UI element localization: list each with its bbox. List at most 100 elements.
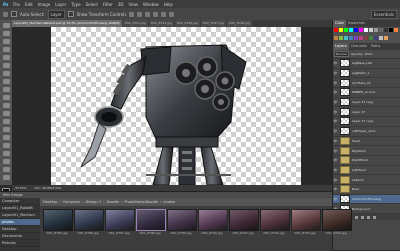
color-swatch[interactable]	[379, 28, 383, 32]
color-swatch[interactable]	[334, 28, 338, 32]
color-swatch[interactable]	[369, 35, 373, 40]
eye-icon[interactable]: 👁	[333, 100, 338, 104]
healing-brush-tool-icon[interactable]	[2, 71, 10, 76]
layer-row[interactable]: 👁 Layer 17 copy	[333, 117, 400, 127]
menu-filter[interactable]: Filter	[103, 2, 113, 7]
tab-color[interactable]: Color	[333, 20, 347, 27]
eye-icon[interactable]: 👁	[333, 197, 338, 201]
eye-icon[interactable]: 👁	[333, 187, 338, 191]
path-select-tool-icon[interactable]	[2, 151, 10, 156]
breadcrumb-item[interactable]: Doodle	[107, 200, 119, 204]
workspace-switcher[interactable]: Essentials	[370, 9, 397, 19]
menu-layer[interactable]: Layer	[55, 2, 66, 7]
delete-layer-icon[interactable]	[373, 215, 376, 219]
menu-image[interactable]: Image	[38, 2, 51, 7]
menu-file[interactable]: File	[13, 2, 20, 7]
layer-row[interactable]: 👁 ArmTube_03	[333, 78, 400, 89]
type-tool-icon[interactable]	[2, 143, 10, 148]
crop-tool-icon[interactable]	[2, 55, 10, 60]
auto-select-dropdown[interactable]: Layer	[47, 9, 65, 19]
tab-channels[interactable]: Channels	[349, 43, 369, 50]
layer-row[interactable]: 👁 Layer 47 copy	[333, 98, 400, 108]
lasso-tool-icon[interactable]	[2, 39, 10, 44]
align-left-icon[interactable]	[153, 11, 159, 17]
thumbnail-item[interactable]: DSC_8793.jpg	[291, 209, 321, 251]
color-swatch[interactable]	[394, 28, 398, 32]
color-swatch[interactable]	[334, 35, 338, 40]
eye-icon[interactable]: 👁	[333, 61, 338, 65]
thumbnail-item[interactable]: DSC_8792.jpg	[260, 209, 290, 251]
eye-icon[interactable]: 👁	[333, 129, 338, 133]
document-tab[interactable]: Layout01_MechanicalRobot.psd @ 33.3% (Ar…	[12, 20, 122, 27]
layer-row[interactable]: 👁 LeftHand	[333, 165, 400, 176]
eye-icon[interactable]: 👁	[333, 71, 338, 75]
thumbnail-item[interactable]: DSC_8785.jpg	[43, 209, 73, 251]
color-swatch[interactable]	[384, 28, 388, 32]
thumbnail-item[interactable]: DSC_8786.jpg	[74, 209, 104, 251]
color-swatch[interactable]	[354, 35, 358, 40]
document-tab[interactable]: DSC_8797.jpg	[200, 20, 226, 27]
color-swatch[interactable]	[369, 28, 373, 32]
layer-row[interactable]: 👁 RIBBED_Accent	[333, 88, 400, 98]
eye-icon[interactable]: 👁	[333, 178, 338, 182]
color-swatch[interactable]	[349, 28, 353, 32]
brush-tool-icon[interactable]	[2, 79, 10, 84]
move-tool-icon[interactable]	[3, 11, 8, 17]
layer-row[interactable]: 👁 Base	[333, 185, 400, 195]
align-middle-icon[interactable]	[137, 11, 143, 17]
align-center-icon[interactable]	[161, 11, 167, 17]
color-swatch[interactable]	[339, 35, 343, 40]
mini-bridge-folder[interactable]: Layout01_RobotB	[0, 205, 40, 212]
show-transform-checkbox[interactable]	[67, 11, 74, 17]
color-swatch[interactable]	[374, 28, 378, 32]
align-right-icon[interactable]	[169, 11, 175, 17]
menu-type[interactable]: Type	[71, 2, 80, 7]
tab-swatches[interactable]: Swatches	[346, 20, 367, 27]
clone-stamp-tool-icon[interactable]	[2, 87, 10, 92]
color-swatch[interactable]	[359, 28, 363, 32]
eye-icon[interactable]: 👁	[333, 158, 338, 162]
pen-tool-icon[interactable]	[2, 135, 10, 140]
document-tab[interactable]: DSC_8795.jpg	[174, 20, 200, 27]
layer-row[interactable]: 👁 ArmControlHousing	[333, 194, 400, 205]
layer-row[interactable]: 👁 LegPiston_L	[333, 69, 400, 79]
color-swatch[interactable]	[344, 35, 348, 40]
mini-bridge-folder[interactable]: Computer	[0, 198, 40, 205]
tab-layers[interactable]: Layers	[333, 43, 349, 50]
breadcrumb-item[interactable]: Desktop	[43, 200, 57, 204]
gradient-tool-icon[interactable]	[2, 111, 10, 116]
breadcrumb-item[interactable]: PhotoStampDoodle	[124, 200, 158, 204]
document-tab[interactable]: DSC_8798.jpg	[226, 20, 252, 27]
menu-window[interactable]: Window	[143, 2, 159, 7]
blur-tool-icon[interactable]	[2, 119, 10, 124]
auto-select-checkbox[interactable]	[11, 11, 17, 17]
zoom-level[interactable]: 33.33%	[15, 186, 26, 190]
breadcrumb-item[interactable]: Computer	[63, 200, 80, 204]
eye-icon[interactable]: 👁	[333, 139, 338, 143]
dodge-tool-icon[interactable]	[2, 127, 10, 132]
zoom-tool-icon[interactable]	[2, 175, 10, 180]
blend-mode-dropdown[interactable]: Normal	[334, 51, 349, 57]
move-tool-icon[interactable]	[2, 23, 10, 28]
color-swatch[interactable]	[354, 28, 358, 32]
opacity-field[interactable]: Opacity: 100%	[351, 52, 373, 56]
mini-bridge-folder[interactable]: Desktop	[0, 226, 40, 233]
thumbnail-item[interactable]: DSC_8791.jpg	[229, 209, 259, 251]
new-group-icon[interactable]	[361, 215, 364, 219]
layer-row[interactable]: 👁 LegBase_Left	[333, 59, 400, 69]
layer-row[interactable]: 👁 cuffUpper_ArmL	[333, 127, 400, 137]
eye-icon[interactable]: 👁	[333, 168, 338, 172]
canvas-area[interactable]	[12, 27, 332, 185]
mini-bridge-folder[interactable]: Layout01_Mechani	[0, 212, 40, 219]
document-tab[interactable]: DSC_8791.jpg	[122, 20, 148, 27]
layer-row[interactable]: 👁 Head	[333, 136, 400, 147]
layer-row[interactable]: 👁 RightArm	[333, 146, 400, 156]
eye-icon[interactable]: 👁	[333, 110, 338, 114]
document-canvas[interactable]	[51, 27, 301, 185]
breadcrumb-item[interactable]: photos	[163, 200, 175, 204]
color-swatch[interactable]	[374, 35, 378, 40]
color-swatch[interactable]	[359, 35, 363, 40]
layer-row[interactable]: 👁 LeftArm	[333, 175, 400, 185]
thumbnail-item[interactable]: DSC_8790.jpg	[198, 209, 228, 251]
eye-icon[interactable]: 👁	[333, 90, 338, 94]
